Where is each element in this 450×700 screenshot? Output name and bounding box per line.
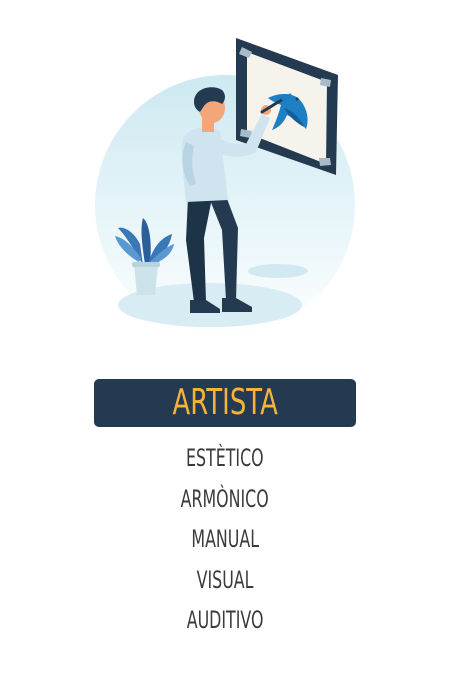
trait-label-manual: MANUAL [191, 525, 259, 554]
page-title: ARTISTA [172, 382, 278, 423]
title-banner: ARTISTA [94, 379, 356, 427]
trait-label-armonico: ARMÒNICO [180, 484, 270, 513]
list-item: MANUAL [0, 519, 450, 560]
trait-list: ESTÈTICO ARMÒNICO MANUAL VISUAL AUDITIVO [0, 438, 450, 641]
list-item: ARMÒNICO [0, 479, 450, 520]
list-item: ESTÈTICO [0, 438, 450, 479]
trait-label-visual: VISUAL [196, 565, 254, 594]
list-item: VISUAL [0, 560, 450, 601]
artist-illustration [95, 38, 355, 335]
trait-label-estetico: ESTÈTICO [186, 444, 264, 473]
trait-label-auditivo: AUDITIVO [186, 606, 264, 635]
list-item: AUDITIVO [0, 600, 450, 641]
